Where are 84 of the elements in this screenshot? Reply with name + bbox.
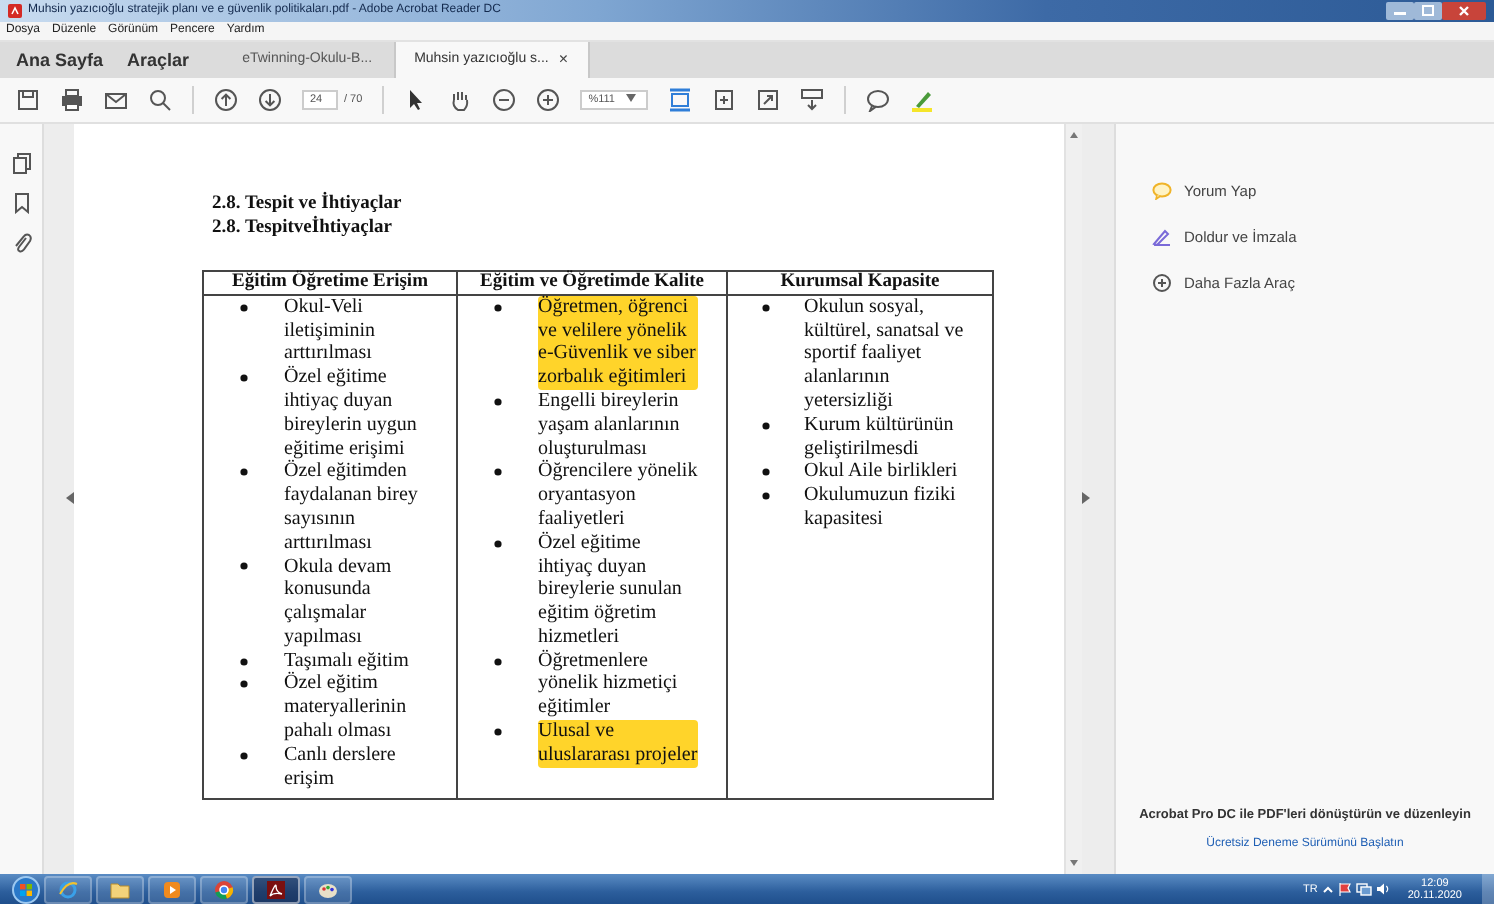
browser-icon — [58, 879, 78, 900]
nav-tab[interactable]: Ana Sayfa — [4, 41, 116, 78]
pen-icon[interactable] — [1152, 227, 1172, 246]
list-item-text: Ulusal ve uluslararası projeler — [538, 720, 698, 768]
zoom-out-icon[interactable] — [492, 87, 517, 112]
mail-icon[interactable] — [104, 87, 128, 112]
collapse-arrow-icon[interactable] — [66, 492, 74, 505]
taskbar-button[interactable] — [252, 875, 300, 904]
bullet-icon — [494, 397, 502, 406]
down-arrow-icon[interactable] — [258, 87, 282, 112]
bookmark-icon[interactable] — [11, 191, 31, 214]
acrobat-icon — [266, 879, 286, 900]
taskbar-button[interactable] — [304, 875, 352, 904]
minimize-icon[interactable] — [1386, 1, 1414, 20]
bullet-icon — [240, 751, 248, 760]
list-item-text: Öğrencilere yönelik oryantasyon faaliyetleri — [538, 460, 698, 531]
comment-icon[interactable] — [866, 87, 891, 112]
bullet-icon — [240, 562, 248, 571]
column-header: Eğitim Öğretime Erişim — [203, 270, 457, 295]
list-item-text: Engelli bireylerin yaşam alanlarının oluşturulması — [538, 389, 682, 460]
list-item-text: Taşımalı eğitim — [284, 649, 409, 672]
bullet-icon — [494, 657, 502, 666]
network-icon[interactable] — [1355, 882, 1372, 897]
paperclip-icon[interactable] — [11, 231, 31, 254]
expand-arrow-icon[interactable] — [1082, 492, 1090, 505]
plus-circle-icon[interactable] — [1152, 273, 1172, 292]
list-item-text: Kurum kültürünün geliştirilmesdi — [804, 413, 956, 461]
list-item-text: Okulun sosyal, kültürel, sanatsal ve sportif faaliyet alanlarının yetersizliği — [804, 295, 966, 414]
column-header: Eğitim ve Öğretimde Kalite — [457, 270, 727, 295]
bullet-icon — [240, 680, 248, 689]
bullet-icon — [762, 468, 770, 477]
scroll-down-icon[interactable] — [1070, 860, 1078, 867]
fullscreen-icon[interactable] — [756, 87, 781, 112]
start-orb-icon[interactable] — [12, 875, 40, 904]
close-tab-button[interactable]: × — [558, 50, 569, 69]
close-icon[interactable] — [1442, 1, 1486, 20]
pages-icon[interactable] — [11, 151, 31, 174]
list-item-text: Öğretmenlere yönelik hizmetiçi eğitimler — [538, 649, 680, 721]
zoom-in-icon[interactable] — [536, 87, 561, 112]
list-item-text: Özel eğitime ihtiyaç duyan bireylerie sunulan eğitim öğretim hizmetleri — [538, 531, 684, 649]
bullet-icon — [240, 657, 248, 666]
maximize-icon[interactable] — [1414, 1, 1442, 20]
caret-icon — [626, 93, 637, 102]
folder-icon — [110, 879, 130, 900]
scroll-up-icon[interactable] — [1070, 131, 1078, 138]
list-item-text: Canlı derslere erişim — [284, 743, 398, 791]
taskbar-button[interactable] — [96, 875, 144, 904]
list-item-text: Öğretmen, öğrenci ve velilere yönelik e-Güvenlik ve siber zorbalık eğitimleri — [538, 295, 698, 390]
section-heading: 2.8. Tespitveİhtiyaçlar — [212, 215, 394, 240]
list-item-text: Özel eğitime ihtiyaç duyan bireylerin uygun eğitime erişimi — [284, 366, 419, 460]
search-icon[interactable] — [148, 87, 172, 112]
list-item-text: Okul Aile birlikleri — [804, 460, 958, 485]
list-item-text: Özel eğitimden faydalanan birey sayısının arttırılması — [284, 460, 420, 555]
bullet-icon — [494, 539, 502, 548]
scrollbar[interactable] — [1064, 123, 1082, 875]
bullet-icon — [494, 468, 502, 477]
bullet-icon — [762, 421, 770, 430]
chrome-icon — [214, 879, 234, 900]
section-heading: 2.8. Tespit ve İhtiyaçlar — [212, 191, 404, 216]
bullet-icon — [240, 468, 248, 477]
taskbar-button[interactable] — [200, 875, 248, 904]
list-item-text: Özel eğitim materyallerinin pahalı olması — [284, 672, 407, 744]
bullet-icon — [762, 492, 770, 500]
speaker-icon[interactable] — [1375, 882, 1392, 897]
bullet-icon — [494, 727, 502, 736]
bullet-icon — [762, 303, 770, 312]
up-arrow-icon[interactable] — [214, 87, 238, 112]
list-item-text: Okula devam konusunda çalışmalar yapılması — [284, 555, 394, 650]
media-player-icon — [162, 879, 182, 900]
list-item-text: Okulumuzun fiziki kapasitesi — [804, 484, 958, 532]
save-icon[interactable] — [16, 87, 40, 112]
fit-page-icon[interactable] — [668, 87, 693, 112]
hand-icon[interactable] — [448, 87, 473, 112]
palette-icon — [318, 879, 338, 900]
flag-icon[interactable] — [1337, 882, 1352, 897]
list-item-text: Okul-Veli iletişiminin arttırılması — [284, 295, 378, 365]
column-header: Kurumsal Kapasite — [727, 270, 993, 295]
bullet-icon — [240, 303, 248, 312]
app-icon — [8, 3, 22, 18]
print-icon[interactable] — [60, 87, 84, 112]
highlighter-icon[interactable] — [910, 87, 935, 112]
bullet-icon — [240, 374, 248, 383]
nav-tab[interactable]: Araçlar — [115, 41, 202, 78]
bullet-icon — [494, 303, 502, 312]
